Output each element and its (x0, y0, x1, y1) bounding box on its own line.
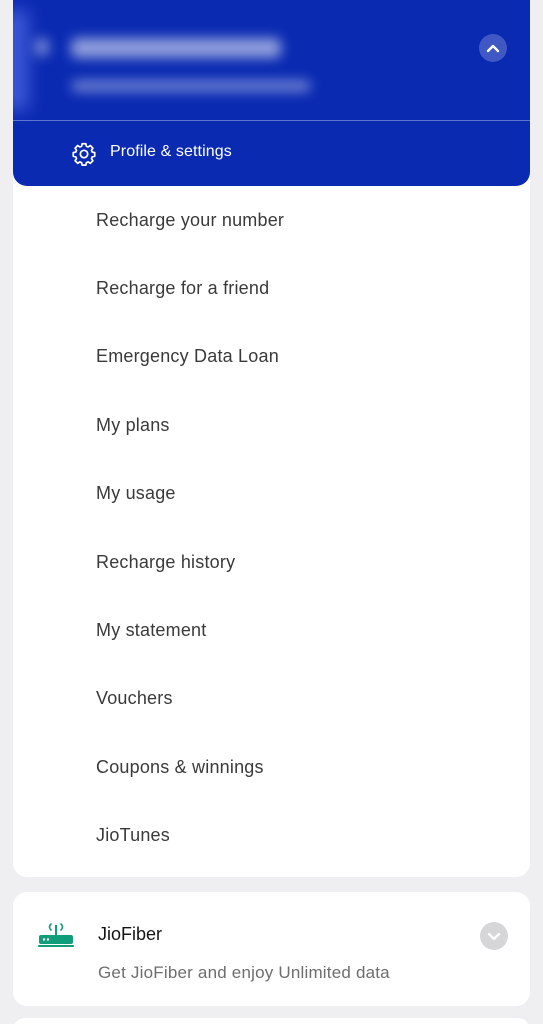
router-icon (38, 923, 74, 947)
menu-item-recharge-friend[interactable]: Recharge for a friend (13, 254, 530, 322)
app-screen: Recharge your number Recharge for a frie… (0, 0, 543, 1024)
account-menu-card: Recharge your number Recharge for a frie… (13, 170, 530, 877)
menu-item-emergency-data-loan[interactable]: Emergency Data Loan (13, 323, 530, 391)
jiofiber-title: JioFiber (98, 924, 163, 944)
menu-item-coupons-winnings[interactable]: Coupons & winnings (13, 733, 530, 801)
profile-settings-row[interactable]: Profile & settings (13, 121, 530, 186)
menu-item-label: Recharge history (96, 551, 236, 572)
account-card: Mr. Mrinthur Sahu •••••••••• · Prepaid •… (13, 0, 530, 186)
chevron-up-icon (486, 44, 500, 53)
menu-item-label: Coupons & winnings (96, 756, 264, 777)
account-menu-list: Recharge your number Recharge for a frie… (13, 186, 530, 870)
menu-item-label: Emergency Data Loan (96, 346, 279, 367)
account-name-redacted: Mr. Mrinthur Sahu (71, 38, 281, 58)
profile-settings-label: Profile & settings (110, 143, 232, 160)
jiofiber-card[interactable]: JioFiber Get JioFiber and enjoy Unlimite… (13, 892, 530, 1006)
menu-item-label: Recharge for a friend (96, 278, 270, 299)
back-icon (35, 38, 49, 56)
blurred-edge (13, 10, 29, 110)
menu-item-my-statement[interactable]: My statement (13, 596, 530, 664)
menu-item-label: My statement (96, 620, 207, 641)
jiofiber-subtitle: Get JioFiber and enjoy Unlimited data (98, 963, 390, 982)
chevron-down-icon (487, 932, 501, 941)
menu-item-my-usage[interactable]: My usage (13, 460, 530, 528)
menu-item-label: JioTunes (96, 825, 170, 846)
account-subtitle-redacted: •••••••••• · Prepaid •••• (71, 80, 311, 92)
menu-item-label: Vouchers (96, 688, 173, 709)
menu-item-recharge-number[interactable]: Recharge your number (13, 186, 530, 254)
account-name: Mr. Mrinthur Sahu (71, 38, 72, 39)
menu-item-jiotunes[interactable]: JioTunes (13, 802, 530, 870)
next-card-edge (13, 1018, 530, 1024)
menu-item-label: Recharge your number (96, 209, 285, 230)
expand-button[interactable] (480, 922, 508, 950)
menu-item-label: My plans (96, 414, 170, 435)
account-subtitle: •••••••••• · Prepaid •••• (71, 80, 72, 81)
menu-item-recharge-history[interactable]: Recharge history (13, 528, 530, 596)
menu-item-label: My usage (96, 483, 176, 504)
account-header[interactable]: Mr. Mrinthur Sahu •••••••••• · Prepaid •… (13, 0, 530, 120)
gear-icon (72, 142, 96, 167)
menu-item-my-plans[interactable]: My plans (13, 391, 530, 459)
menu-item-vouchers[interactable]: Vouchers (13, 665, 530, 733)
collapse-button[interactable] (479, 34, 507, 62)
